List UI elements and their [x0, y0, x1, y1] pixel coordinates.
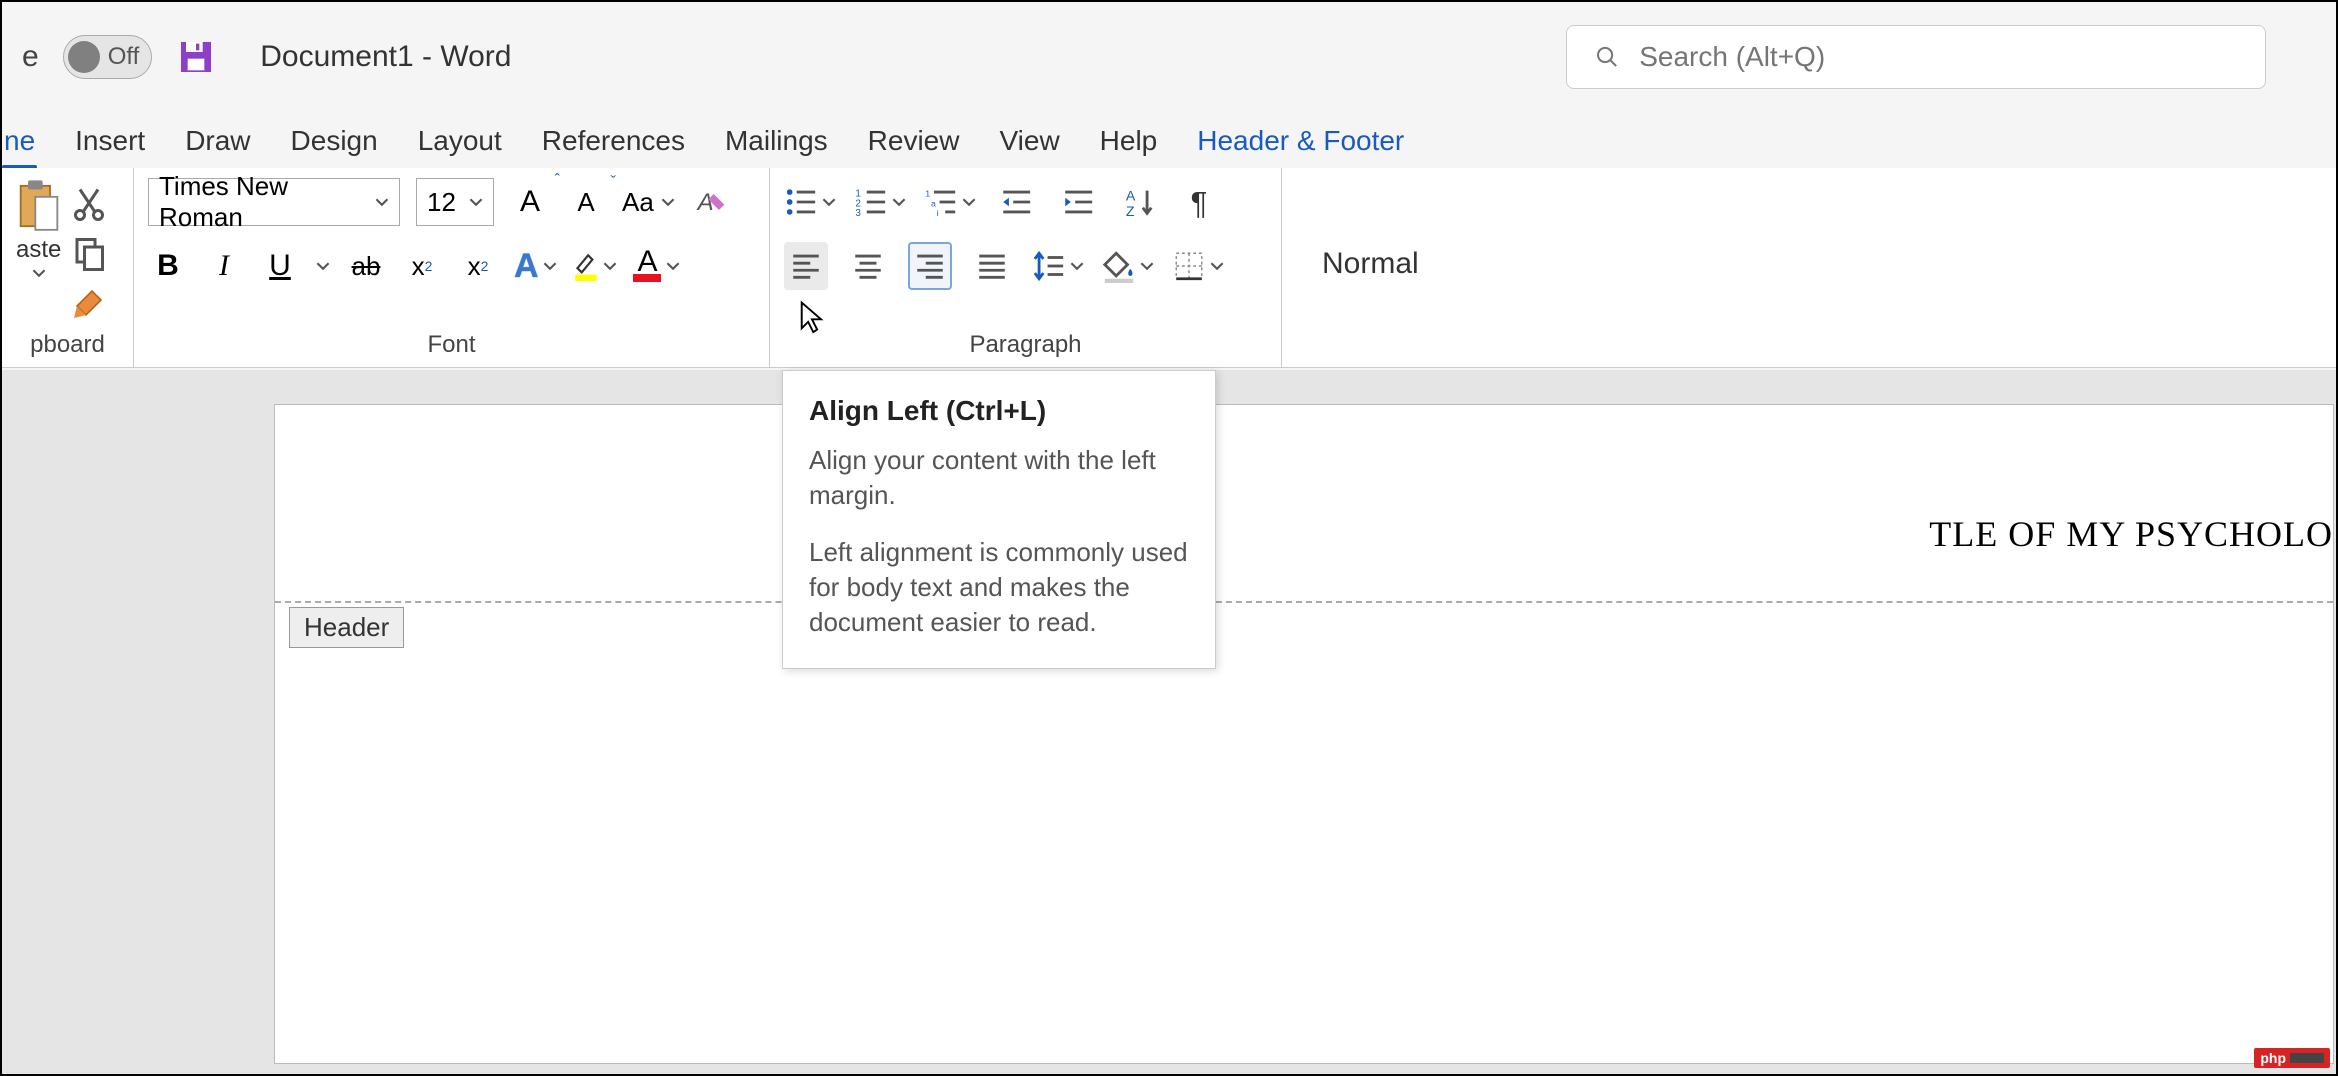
tab-layout[interactable]: Layout — [416, 125, 504, 167]
svg-text:i: i — [937, 208, 939, 218]
superscript-button[interactable]: x2 — [458, 242, 498, 290]
save-icon[interactable] — [176, 37, 216, 77]
align-center-button[interactable] — [846, 242, 890, 290]
justify-button[interactable] — [970, 242, 1014, 290]
group-paragraph: 123 1ai AZ ¶ Paragraph — [770, 168, 1282, 367]
search-icon — [1595, 44, 1619, 70]
style-normal[interactable]: Normal — [1322, 247, 1419, 281]
svg-text:1: 1 — [925, 188, 930, 198]
decrease-indent-button[interactable] — [994, 178, 1038, 226]
subscript-button[interactable]: x2 — [402, 242, 442, 290]
search-input[interactable] — [1639, 41, 2237, 73]
format-painter-icon[interactable] — [71, 285, 107, 321]
autosave-toggle[interactable]: Off — [63, 35, 153, 79]
toggle-knob — [68, 41, 100, 73]
title-bar-edge-letter: e — [22, 40, 39, 74]
tooltip-title: Align Left (Ctrl+L) — [809, 395, 1189, 427]
svg-text:¶: ¶ — [1191, 185, 1208, 219]
chevron-down-icon[interactable] — [316, 259, 330, 273]
autosave-label: Off — [108, 43, 140, 71]
font-name-combo[interactable]: Times New Roman — [148, 178, 400, 226]
tab-draw[interactable]: Draw — [183, 125, 252, 167]
tab-references[interactable]: References — [540, 125, 687, 167]
group-styles: Normal — [1282, 168, 2336, 367]
document-page[interactable]: TLE OF MY PSYCHOLO Header — [274, 404, 2334, 1064]
watermark-bar — [2290, 1053, 2324, 1063]
multilevel-list-button[interactable]: 1ai — [924, 178, 976, 226]
header-tag[interactable]: Header — [289, 607, 404, 648]
tab-review[interactable]: Review — [866, 125, 962, 167]
paragraph-group-label: Paragraph — [770, 331, 1281, 367]
tab-view[interactable]: View — [997, 125, 1061, 167]
title-bar: e Off Document1 - Word — [2, 2, 2336, 112]
sort-button[interactable]: AZ — [1118, 178, 1162, 226]
paste-label: aste — [16, 236, 61, 264]
mouse-cursor-icon — [798, 300, 826, 336]
highlight-button[interactable] — [573, 242, 617, 290]
strikethrough-button[interactable]: ab — [346, 242, 386, 290]
shrink-font-button[interactable]: A — [566, 178, 606, 226]
copy-icon[interactable] — [71, 235, 107, 271]
ribbon: aste pboard Times New Roman 12 — [2, 168, 2336, 368]
numbering-button[interactable]: 123 — [854, 178, 906, 226]
font-size-value: 12 — [427, 187, 456, 218]
tab-insert[interactable]: Insert — [73, 125, 147, 167]
document-heading-text[interactable]: TLE OF MY PSYCHOLO — [1929, 513, 2333, 555]
shading-button[interactable] — [1102, 242, 1154, 290]
bold-button[interactable]: B — [148, 242, 188, 290]
bullets-button[interactable] — [784, 178, 836, 226]
font-group-label: Font — [134, 331, 769, 367]
ribbon-tabs: ne Insert Draw Design Layout References … — [2, 112, 2336, 168]
clear-formatting-button[interactable]: A — [691, 178, 731, 226]
tooltip-line2: Left alignment is commonly used for body… — [809, 535, 1189, 640]
watermark-badge: php — [2254, 1048, 2330, 1068]
header-boundary: Header — [275, 601, 2333, 603]
styles-group-label — [1282, 359, 2336, 367]
svg-text:a: a — [931, 198, 936, 208]
borders-button[interactable] — [1172, 242, 1224, 290]
align-left-tooltip: Align Left (Ctrl+L) Align your content w… — [782, 370, 1216, 669]
font-size-combo[interactable]: 12 — [416, 178, 494, 226]
show-hide-button[interactable]: ¶ — [1180, 178, 1224, 226]
tab-design[interactable]: Design — [289, 125, 380, 167]
watermark-text: php — [2260, 1050, 2286, 1066]
font-name-value: Times New Roman — [159, 171, 375, 233]
tab-header-footer[interactable]: Header & Footer — [1195, 125, 1406, 167]
group-clipboard: aste pboard — [2, 168, 134, 367]
cut-icon[interactable] — [71, 185, 107, 221]
underline-button[interactable]: U — [260, 242, 300, 290]
chevron-down-icon — [375, 195, 389, 209]
search-box[interactable] — [1566, 25, 2266, 89]
clipboard-group-label: pboard — [2, 331, 133, 367]
font-color-button[interactable]: A — [633, 242, 679, 290]
change-case-button[interactable]: Aa — [622, 178, 675, 226]
align-right-button[interactable] — [908, 242, 952, 290]
chevron-down-icon[interactable] — [32, 266, 46, 280]
grow-font-button[interactable]: A — [510, 178, 550, 226]
tooltip-line1: Align your content with the left margin. — [809, 443, 1189, 513]
text-effects-button[interactable]: A — [514, 242, 557, 290]
chevron-down-icon — [469, 195, 483, 209]
svg-text:3: 3 — [855, 208, 861, 219]
svg-text:Z: Z — [1126, 204, 1135, 219]
increase-indent-button[interactable] — [1056, 178, 1100, 226]
svg-text:A: A — [696, 189, 714, 216]
align-left-button[interactable] — [784, 242, 828, 290]
group-font: Times New Roman 12 A A Aa A B I U ab x2 — [134, 168, 770, 367]
paste-icon[interactable] — [17, 178, 61, 234]
tab-help[interactable]: Help — [1098, 125, 1160, 167]
svg-text:A: A — [1126, 189, 1136, 205]
document-title: Document1 - Word — [260, 40, 511, 74]
tab-mailings[interactable]: Mailings — [723, 125, 830, 167]
tab-home[interactable]: ne — [2, 125, 37, 167]
line-spacing-button[interactable] — [1032, 242, 1084, 290]
italic-button[interactable]: I — [204, 242, 244, 290]
